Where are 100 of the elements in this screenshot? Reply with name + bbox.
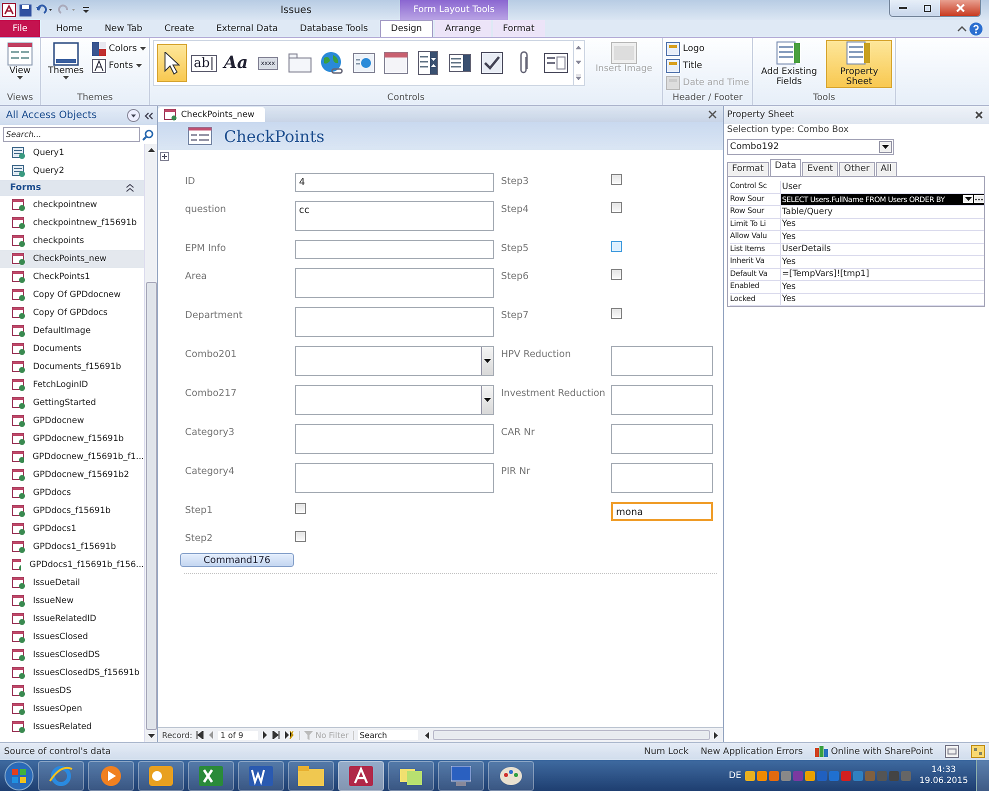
record-search-field[interactable]: Search xyxy=(358,730,418,740)
property-value[interactable]: Yes xyxy=(781,231,984,242)
nav-item[interactable]: IssueRelatedID xyxy=(0,610,144,628)
property-value[interactable]: Yes xyxy=(781,281,984,292)
nav-item[interactable]: IssuesDS xyxy=(0,682,144,700)
nav-scrollbar[interactable] xyxy=(144,144,157,742)
property-value[interactable]: UserDetails xyxy=(781,244,984,255)
folder-icon[interactable] xyxy=(298,766,324,786)
nav-item[interactable]: checkpointnew_f15691b xyxy=(0,214,144,232)
pointer-tool[interactable] xyxy=(156,44,187,82)
nav-item[interactable]: Copy Of GPDdocs xyxy=(0,304,144,322)
tray-icon[interactable] xyxy=(805,770,816,780)
monitor-icon[interactable] xyxy=(451,766,471,786)
sticky-notes-icon[interactable] xyxy=(399,766,423,785)
customize-caret-icon[interactable] xyxy=(81,4,91,16)
checkbox[interactable] xyxy=(611,174,622,185)
layout-view-icon[interactable] xyxy=(971,745,985,758)
nav-menu-icon[interactable] xyxy=(127,109,140,122)
spreadsheet-tile-icon[interactable] xyxy=(199,766,223,786)
nav-item[interactable]: GPDdocs1_f15691b_f156... xyxy=(0,556,144,574)
minimize-icon[interactable] xyxy=(898,7,906,9)
property-value[interactable]: Yes xyxy=(781,294,984,305)
nav-item[interactable]: GPDdocs xyxy=(0,484,144,502)
next-record-icon[interactable] xyxy=(262,731,268,739)
document-tab[interactable]: CheckPoints_new xyxy=(158,107,264,122)
property-tab[interactable]: All xyxy=(876,162,897,176)
taskbar-button[interactable] xyxy=(438,760,484,790)
scroll-left-icon[interactable] xyxy=(424,732,429,738)
ribbon-tab[interactable]: File xyxy=(0,20,40,37)
nav-item[interactable]: Documents_f15691b xyxy=(0,358,144,376)
nav-item[interactable]: IssuesClosedDS_f15691b xyxy=(0,664,144,682)
property-value[interactable]: User xyxy=(781,181,984,192)
dropdown-arrow-icon[interactable] xyxy=(964,197,972,202)
ribbon-tab[interactable]: New Tab xyxy=(94,20,152,37)
nav-item[interactable]: GPDdocs1_f15691b xyxy=(0,538,144,556)
dropdown-arrow-icon[interactable] xyxy=(484,398,491,402)
header-footer-button[interactable]: Logo xyxy=(666,42,750,56)
fonts-button[interactable]: Fonts xyxy=(92,59,146,73)
close-icon[interactable] xyxy=(975,111,983,119)
document-tile-icon[interactable] xyxy=(249,766,273,786)
taskbar-button[interactable] xyxy=(488,760,534,790)
checkbox[interactable] xyxy=(611,241,622,252)
nav-item[interactable]: CheckPoints1 xyxy=(0,268,144,286)
nav-item[interactable]: GPDdocnew_f15691b2 xyxy=(0,466,144,484)
start-button[interactable] xyxy=(4,760,34,790)
label-control-tool[interactable]: Aa xyxy=(220,44,251,82)
scroll-up-icon[interactable] xyxy=(148,148,154,152)
dropdown-arrow-icon[interactable] xyxy=(484,359,491,363)
text-box[interactable]: cc xyxy=(295,201,494,231)
close-icon[interactable] xyxy=(708,110,717,118)
command-button[interactable]: Command176 xyxy=(180,553,294,567)
palette-icon[interactable] xyxy=(500,766,522,784)
nav-group-header[interactable]: Forms xyxy=(0,180,144,196)
property-value[interactable]: Yes xyxy=(781,218,984,230)
builder-button[interactable] xyxy=(974,195,984,204)
taskbar-button[interactable] xyxy=(38,760,84,790)
dropdown-button[interactable] xyxy=(963,195,973,204)
scroll-down-icon[interactable] xyxy=(148,734,154,738)
help-icon[interactable] xyxy=(969,22,983,36)
close-button[interactable] xyxy=(940,0,980,16)
last-record-icon[interactable] xyxy=(272,731,280,739)
nav-item[interactable]: IssueNew xyxy=(0,592,144,610)
envelope-tile-icon[interactable] xyxy=(149,766,173,786)
sharepoint-status[interactable]: Online with SharePoint xyxy=(814,746,933,757)
previous-record-icon[interactable] xyxy=(208,731,214,739)
collapse-icon[interactable] xyxy=(126,184,134,192)
nav-item[interactable]: GPDdocs1 xyxy=(0,520,144,538)
property-value[interactable]: =[TempVars]![tmp1] xyxy=(781,268,984,280)
record-number-field[interactable]: 1 of 9 xyxy=(218,730,258,740)
nav-item[interactable]: GettingStarted xyxy=(0,394,144,412)
nav-item[interactable]: checkpointnew xyxy=(0,196,144,214)
minimize-button[interactable] xyxy=(890,0,915,16)
checkbox[interactable] xyxy=(295,503,306,514)
minimize-ribbon-icon[interactable] xyxy=(957,26,967,32)
property-tab[interactable]: Format xyxy=(727,162,769,176)
checkbox[interactable] xyxy=(611,308,622,319)
taskbar-button[interactable] xyxy=(188,760,234,790)
taskbar-button[interactable] xyxy=(288,760,334,790)
checkbox[interactable] xyxy=(611,269,622,280)
text-box[interactable]: mona xyxy=(611,502,713,521)
nav-item[interactable]: GPDdocnew xyxy=(0,412,144,430)
nav-item[interactable]: FetchLoginID xyxy=(0,376,144,394)
taskbar-button[interactable] xyxy=(338,760,384,790)
nav-item[interactable]: GPDdocs_f15691b xyxy=(0,502,144,520)
restore-icon[interactable] xyxy=(924,4,931,12)
new-record-icon[interactable] xyxy=(284,731,296,739)
object-dropdown[interactable]: Combo192 xyxy=(727,139,894,155)
themes-button[interactable]: Themes xyxy=(44,40,88,82)
scroll-right-icon[interactable] xyxy=(714,732,718,738)
ring-icon[interactable] xyxy=(49,764,73,788)
header-footer-button[interactable]: Title xyxy=(666,59,750,73)
clock[interactable]: 14:33 19.06.2015 xyxy=(915,764,972,786)
tool-button[interactable]: Add Existing Fields xyxy=(756,40,822,88)
taskbar-button[interactable] xyxy=(238,760,284,790)
tool-button[interactable]: Property Sheet xyxy=(826,40,892,88)
search-field[interactable]: Search... xyxy=(3,127,140,142)
nav-item[interactable]: CheckPoints_new xyxy=(0,250,144,268)
property-tab[interactable]: Other xyxy=(839,162,875,176)
nav-item[interactable]: GPDdocnew_f15691b xyxy=(0,430,144,448)
ribbon-tab[interactable]: Format xyxy=(492,20,545,37)
